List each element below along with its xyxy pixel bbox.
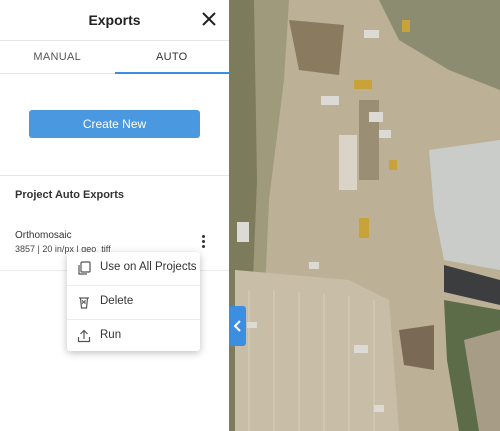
- collapse-panel-button[interactable]: [229, 306, 246, 346]
- run-export-icon: [77, 329, 91, 343]
- menu-item-label: Run: [100, 329, 122, 341]
- aerial-map[interactable]: [229, 0, 500, 431]
- menu-item-run[interactable]: Run: [67, 320, 200, 353]
- tab-auto[interactable]: AUTO: [114, 41, 230, 74]
- map-imagery: [229, 0, 500, 431]
- section-title: Project Auto Exports: [15, 189, 124, 201]
- chevron-left-icon: [233, 320, 241, 332]
- panel-title: Exports: [88, 12, 141, 28]
- trash-icon: [79, 297, 89, 309]
- create-section: Create New: [0, 74, 229, 176]
- context-menu: Use on All Projects Delete Run: [67, 252, 200, 351]
- menu-item-label: Use on All Projects: [100, 261, 197, 273]
- close-icon[interactable]: [201, 11, 217, 27]
- exports-panel: Exports MANUAL AUTO Create New Project A…: [0, 0, 230, 431]
- menu-item-label: Delete: [100, 295, 134, 307]
- menu-item-use-on-all-projects[interactable]: Use on All Projects: [67, 252, 200, 286]
- create-new-button[interactable]: Create New: [29, 110, 200, 138]
- export-tabs: MANUAL AUTO: [0, 41, 229, 74]
- export-name: Orthomosaic: [15, 230, 72, 241]
- more-options-icon[interactable]: [197, 234, 209, 250]
- copy-icon: [78, 261, 91, 275]
- panel-header: Exports: [0, 0, 229, 41]
- tab-manual[interactable]: MANUAL: [0, 41, 115, 73]
- menu-item-delete[interactable]: Delete: [67, 286, 200, 320]
